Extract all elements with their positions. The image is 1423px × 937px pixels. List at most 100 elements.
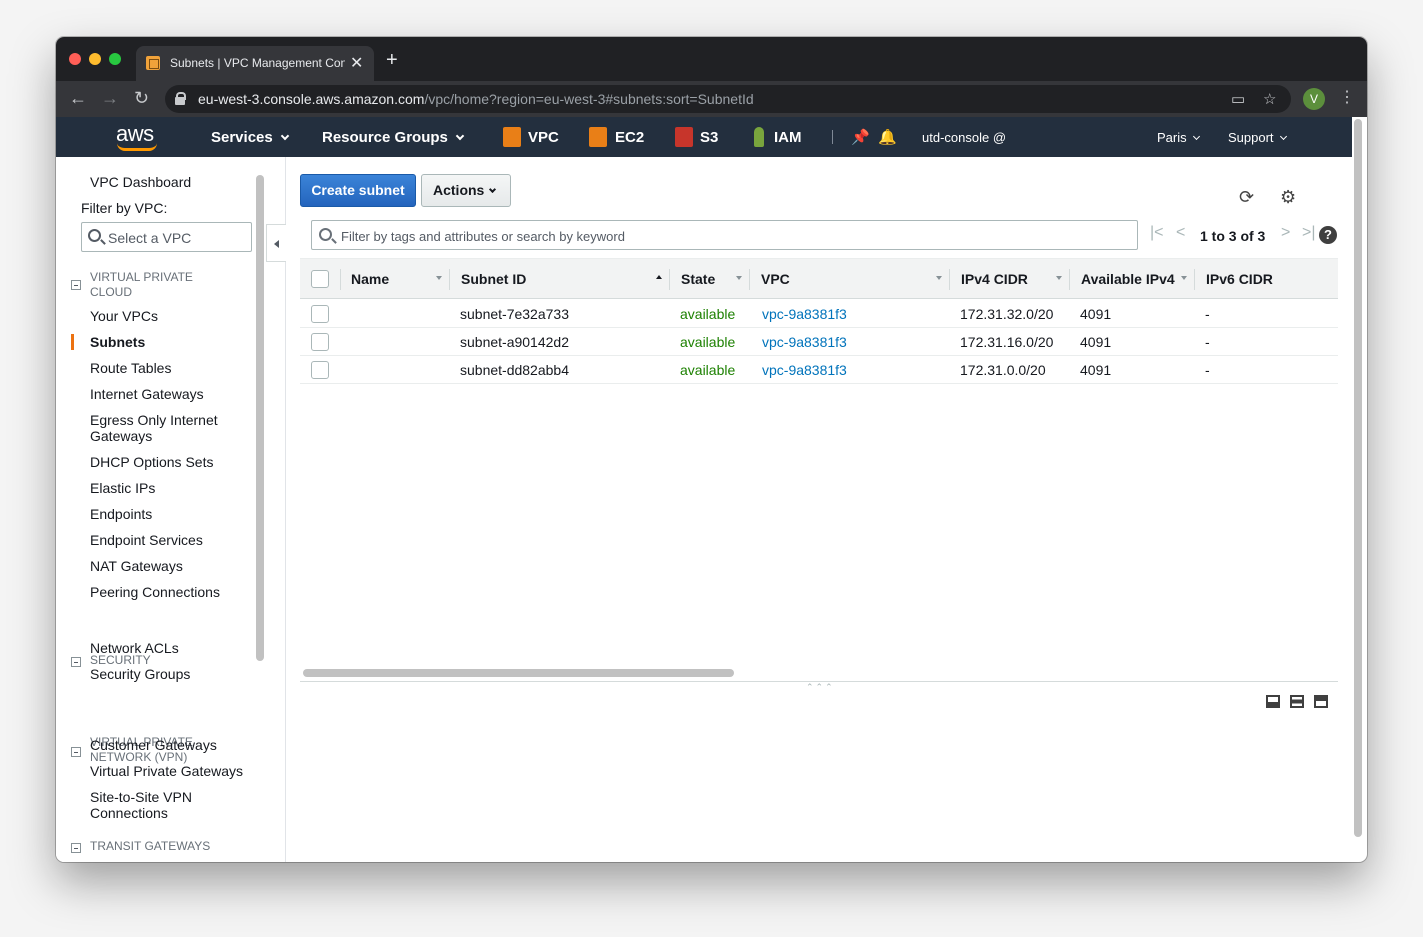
- sidebar-item-endpoint-services[interactable]: Endpoint Services: [90, 532, 203, 548]
- sidebar-item-customer-gateways[interactable]: Customer Gateways: [90, 737, 217, 753]
- layout-full-panel-icon[interactable]: [1314, 695, 1328, 708]
- sidebar-scrollbar[interactable]: [256, 175, 264, 661]
- column-header-subnet-id[interactable]: Subnet ID: [461, 271, 526, 287]
- vpc-select-input[interactable]: Select a VPC: [81, 222, 252, 252]
- back-icon[interactable]: ←: [69, 88, 87, 109]
- search-icon: [88, 229, 101, 242]
- sidebar-item-dhcp-options-sets[interactable]: DHCP Options Sets: [90, 454, 213, 470]
- new-tab-icon[interactable]: +: [386, 50, 398, 70]
- sidebar-item-egress-only-internet-gateways[interactable]: Egress Only Internet Gateways: [90, 412, 230, 444]
- region-menu[interactable]: Paris: [1157, 130, 1200, 145]
- resource-groups-menu[interactable]: Resource Groups: [322, 129, 465, 146]
- row-checkbox[interactable]: [311, 333, 329, 351]
- vpc-shortcut[interactable]: VPC: [528, 129, 559, 146]
- iam-shortcut[interactable]: IAM: [774, 129, 802, 146]
- row-checkbox[interactable]: [311, 305, 329, 323]
- column-header-ipv4-cidr[interactable]: IPv4 CIDR: [961, 271, 1028, 287]
- sort-icon[interactable]: [736, 276, 742, 280]
- cell-ipv4-cidr: 172.31.32.0/20: [960, 306, 1054, 322]
- collapse-group-icon[interactable]: [71, 280, 81, 290]
- sidebar-item-endpoints[interactable]: Endpoints: [90, 506, 152, 522]
- sidebar-item-network-acls[interactable]: Network ACLs: [90, 640, 179, 656]
- pin-icon[interactable]: 📌: [851, 128, 870, 146]
- account-menu[interactable]: utd-console @: [922, 130, 1006, 145]
- sidebar-item-vpc-dashboard[interactable]: VPC Dashboard: [90, 174, 191, 190]
- sort-icon[interactable]: [936, 276, 942, 280]
- aws-smile-logo-icon: [117, 143, 157, 151]
- browser-window: Subnets | VPC Management Console ✕ + ← →…: [56, 37, 1367, 862]
- layout-bottom-panel-icon[interactable]: [1266, 695, 1280, 708]
- table-row[interactable]: subnet-dd82abb4 available vpc-9a8381f3 1…: [300, 356, 1338, 384]
- column-header-name[interactable]: Name: [351, 271, 389, 287]
- sidebar-item-your-vpcs[interactable]: Your VPCs: [90, 308, 158, 324]
- browser-menu-icon[interactable]: ⋮: [1339, 87, 1355, 107]
- sidebar-item-internet-gateways[interactable]: Internet Gateways: [90, 386, 204, 402]
- sort-ascending-icon[interactable]: [656, 275, 662, 279]
- services-menu[interactable]: Services: [211, 129, 289, 146]
- cast-icon[interactable]: ▭: [1231, 90, 1245, 108]
- profile-avatar[interactable]: V: [1303, 88, 1325, 110]
- refresh-icon[interactable]: ⟳: [1239, 187, 1254, 208]
- page-scrollbar[interactable]: [1354, 119, 1362, 837]
- reload-icon[interactable]: ↻: [134, 88, 149, 109]
- sidebar-nav: VPC Dashboard Filter by VPC: Select a VP…: [56, 157, 266, 862]
- maximize-window-button[interactable]: [109, 53, 121, 65]
- collapse-group-icon[interactable]: [71, 843, 81, 853]
- last-page-icon[interactable]: >|: [1302, 224, 1316, 242]
- gear-icon[interactable]: ⚙: [1280, 187, 1296, 208]
- sidebar-item-route-tables[interactable]: Route Tables: [90, 360, 171, 376]
- collapse-group-icon[interactable]: [71, 657, 81, 667]
- splitter-grip-icon[interactable]: ⌃⌃⌃: [806, 682, 835, 693]
- column-header-vpc[interactable]: VPC: [761, 271, 790, 287]
- filter-search-input[interactable]: [341, 226, 1121, 246]
- table-horizontal-scrollbar[interactable]: [303, 669, 734, 677]
- cell-ipv6-cidr: -: [1205, 362, 1210, 378]
- cell-vpc-link[interactable]: vpc-9a8381f3: [762, 306, 847, 322]
- address-bar[interactable]: eu-west-3.console.aws.amazon.com/vpc/hom…: [165, 85, 1291, 113]
- sidebar-item-nat-gateways[interactable]: NAT Gateways: [90, 558, 183, 574]
- select-all-checkbox[interactable]: [311, 270, 329, 288]
- next-page-icon[interactable]: >: [1281, 224, 1290, 242]
- tab-close-icon[interactable]: ✕: [350, 53, 363, 73]
- url-text: eu-west-3.console.aws.amazon.com/vpc/hom…: [198, 91, 754, 107]
- sort-icon[interactable]: [1181, 276, 1187, 280]
- close-window-button[interactable]: [69, 53, 81, 65]
- table-row[interactable]: subnet-a90142d2 available vpc-9a8381f3 1…: [300, 328, 1338, 356]
- sidebar-item-subnets[interactable]: Subnets: [90, 334, 145, 350]
- sidebar-item-virtual-private-gateways[interactable]: Virtual Private Gateways: [90, 763, 243, 779]
- bookmark-star-icon[interactable]: ☆: [1263, 90, 1276, 108]
- s3-shortcut[interactable]: S3: [700, 129, 718, 146]
- group-transit-gateways[interactable]: TRANSIT GATEWAYS: [90, 839, 210, 854]
- previous-page-icon[interactable]: <: [1176, 224, 1185, 242]
- bell-icon[interactable]: 🔔: [878, 128, 897, 146]
- forward-icon[interactable]: →: [101, 88, 119, 109]
- column-header-ipv6-cidr[interactable]: IPv6 CIDR: [1206, 271, 1273, 287]
- group-virtual-private-cloud[interactable]: VIRTUAL PRIVATE CLOUD: [90, 270, 210, 300]
- support-menu[interactable]: Support: [1228, 130, 1287, 145]
- column-header-available-ipv4[interactable]: Available IPv4: [1081, 271, 1176, 287]
- filter-search-bar[interactable]: [311, 220, 1138, 250]
- collapse-group-icon[interactable]: [71, 747, 81, 757]
- help-icon[interactable]: ?: [1319, 226, 1337, 244]
- actions-button[interactable]: Actions: [421, 174, 511, 207]
- collapse-sidebar-button[interactable]: [266, 224, 286, 262]
- sidebar-item-peering-connections[interactable]: Peering Connections: [90, 584, 220, 600]
- sort-icon[interactable]: [1056, 276, 1062, 280]
- browser-tab[interactable]: Subnets | VPC Management Console ✕: [136, 46, 374, 81]
- cell-subnet-id: subnet-dd82abb4: [460, 362, 569, 378]
- cell-vpc-link[interactable]: vpc-9a8381f3: [762, 334, 847, 350]
- sidebar-item-site-to-site-vpn-connections[interactable]: Site-to-Site VPN Connections: [90, 789, 220, 821]
- sidebar-item-elastic-ips[interactable]: Elastic IPs: [90, 480, 155, 496]
- row-checkbox[interactable]: [311, 361, 329, 379]
- sort-icon[interactable]: [436, 276, 442, 280]
- layout-split-panel-icon[interactable]: [1290, 695, 1304, 708]
- first-page-icon[interactable]: |<: [1150, 224, 1164, 242]
- sidebar-item-security-groups[interactable]: Security Groups: [90, 666, 190, 682]
- create-subnet-button[interactable]: Create subnet: [300, 174, 416, 207]
- column-header-state[interactable]: State: [681, 271, 715, 287]
- minimize-window-button[interactable]: [89, 53, 101, 65]
- table-row[interactable]: subnet-7e32a733 available vpc-9a8381f3 1…: [300, 300, 1338, 328]
- ec2-shortcut[interactable]: EC2: [615, 129, 644, 146]
- cell-subnet-id: subnet-a90142d2: [460, 334, 569, 350]
- cell-vpc-link[interactable]: vpc-9a8381f3: [762, 362, 847, 378]
